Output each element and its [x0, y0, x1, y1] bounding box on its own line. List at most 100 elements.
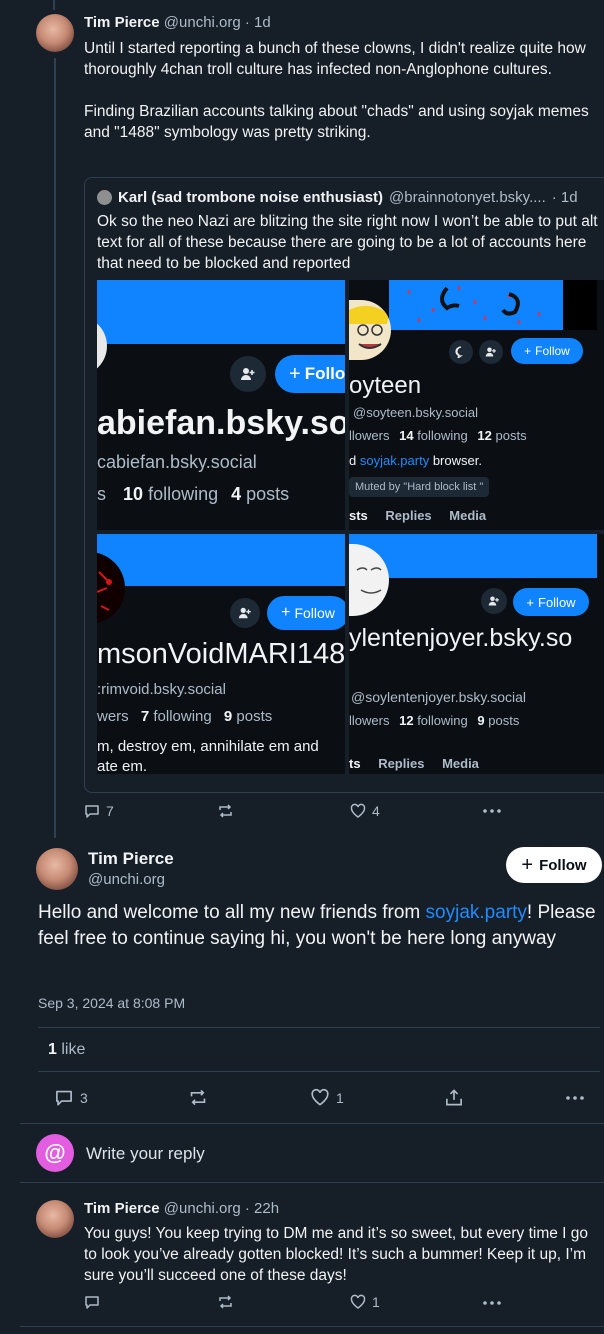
- more-icon: [483, 809, 501, 813]
- post-text-part: Hello and welcome to all my new friends …: [38, 902, 426, 923]
- quoted-post[interactable]: Karl (sad trombone noise enthusiast) @br…: [84, 177, 604, 793]
- posts-count: 9: [477, 713, 485, 728]
- tab-media: Media: [449, 508, 487, 523]
- reply-header: Tim Pierce @unchi.org · 22h: [84, 1200, 279, 1217]
- profile-stats: wers 7 following 9 posts: [97, 708, 272, 725]
- reply-count: 3: [80, 1089, 88, 1106]
- following-count: 12: [399, 713, 414, 728]
- more-options-button[interactable]: [483, 809, 501, 813]
- share-button[interactable]: [444, 1088, 464, 1107]
- reply-icon: [85, 1296, 99, 1309]
- followers-label: llowers: [349, 428, 390, 443]
- profile-handle-large: abiefan.bsky.so: [97, 404, 345, 442]
- quote-image-1[interactable]: + Follo abiefan.bsky.so cabiefan.bsky.soc…: [97, 280, 345, 530]
- author-name[interactable]: Tim Pierce: [84, 14, 160, 31]
- author-avatar[interactable]: [36, 1200, 74, 1238]
- plus-icon: +: [521, 854, 534, 876]
- reply-button[interactable]: [84, 1294, 100, 1310]
- follow-button: + Follow: [511, 338, 583, 364]
- reply-button[interactable]: 7: [84, 803, 114, 819]
- following-count: 7: [140, 708, 150, 725]
- quote-image-4[interactable]: + Follow ylentenjoyer.bsky.so @soylentenj…: [349, 534, 604, 774]
- tab-replies: Replies: [378, 756, 425, 771]
- author-avatar[interactable]: [36, 848, 78, 890]
- repost-button[interactable]: [217, 1294, 234, 1310]
- profile-bio-line-1: m, destroy em, annihilate em and: [97, 738, 319, 755]
- profile-tabs: ts Replies Media: [349, 756, 479, 771]
- profile-name: oyteen: [349, 372, 422, 399]
- bio-link: soyjak.party: [359, 453, 430, 468]
- like-count: 1: [336, 1089, 344, 1106]
- profile-avatar: [97, 552, 125, 624]
- follow-button: + Follow: [267, 596, 345, 630]
- follow-button[interactable]: + Follow: [506, 847, 602, 883]
- author-handle[interactable]: @unchi.org: [88, 871, 165, 888]
- at-sign-icon: @: [44, 1140, 66, 1165]
- like-summary[interactable]: 1 like: [48, 1041, 85, 1059]
- following-label: following: [153, 708, 212, 725]
- follow-button: + Follow: [513, 588, 589, 616]
- like-button[interactable]: 1: [350, 1294, 380, 1310]
- post-header: Tim Pierce @unchi.org · 1d: [84, 14, 271, 31]
- posts-label: posts: [236, 708, 273, 725]
- like-button[interactable]: 1: [310, 1088, 344, 1107]
- repost-button[interactable]: [217, 803, 240, 819]
- profile-bio: d soyjak.party browser.: [349, 453, 482, 468]
- reply-button[interactable]: 3: [54, 1088, 88, 1107]
- composer-placeholder[interactable]: Write your reply: [86, 1144, 205, 1164]
- quote-text: Ok so the neo Nazi are blitzing the site…: [97, 213, 598, 272]
- more-icon: [566, 1096, 584, 1100]
- soyjak-face-icon: [349, 305, 389, 349]
- profile-handle-large: ylentenjoyer.bsky.so: [349, 624, 573, 652]
- posts-count: 9: [223, 708, 233, 725]
- like-label: like: [61, 1041, 86, 1058]
- add-user-icon: [479, 340, 503, 364]
- add-user-icon: [230, 598, 260, 628]
- profile-handle: @soyteen.bsky.social: [353, 405, 478, 420]
- profile-banner: [97, 280, 345, 344]
- author-handle[interactable]: @unchi.org: [164, 1200, 241, 1217]
- quote-image-2[interactable]: + Follow oyteen @soyteen.bsky.social llow…: [349, 280, 604, 530]
- quote-author-name: Karl (sad trombone noise enthusiast): [118, 189, 384, 206]
- tab-posts: sts: [349, 508, 368, 523]
- post-time[interactable]: · 22h: [245, 1200, 279, 1217]
- author-name[interactable]: Tim Pierce: [84, 1200, 160, 1217]
- muted-badge: Muted by "Hard block list ": [349, 477, 490, 497]
- profile-stats: s 10 following 4 posts: [97, 484, 289, 505]
- profile-name: msonVoidMARI148: [97, 638, 345, 670]
- like-button[interactable]: 4: [350, 803, 380, 819]
- author-name[interactable]: Tim Pierce: [88, 849, 174, 869]
- add-user-icon: [481, 588, 507, 614]
- bio-suffix: browser.: [429, 453, 482, 468]
- post-time[interactable]: · 1d: [245, 14, 271, 31]
- like-count: 4: [372, 803, 380, 819]
- quote-author-avatar: [97, 190, 112, 205]
- author-avatar[interactable]: [36, 14, 74, 52]
- follow-label: Follow: [535, 344, 570, 358]
- profile-bio-line-2: ate em.: [97, 758, 148, 774]
- like-total: 1: [48, 1041, 57, 1058]
- reply-composer[interactable]: @ Write your reply: [20, 1124, 604, 1182]
- following-label: following: [148, 484, 219, 504]
- post-timestamp: Sep 3, 2024 at 8:08 PM: [38, 995, 186, 1011]
- quote-image-3[interactable]: + Follow msonVoidMARI148 :rimvoid.bsky.so…: [97, 534, 345, 774]
- posts-label: posts: [488, 713, 520, 728]
- more-options-button[interactable]: [483, 1301, 501, 1305]
- bio-prefix: d: [349, 453, 360, 468]
- reply-icon: [56, 1090, 72, 1106]
- repost-icon: [219, 804, 232, 818]
- reply-count: 7: [106, 803, 114, 819]
- more-options-button[interactable]: [566, 1096, 584, 1100]
- post-link[interactable]: soyjak.party: [426, 902, 527, 923]
- profile-handle: @soylentenjoyer.bsky.social: [351, 689, 527, 705]
- reply-text: You guys! You keep trying to DM me and i…: [84, 1225, 589, 1284]
- more-icon: [483, 1301, 501, 1305]
- tab-replies: Replies: [385, 508, 432, 523]
- share-icon: [446, 1089, 462, 1106]
- following-count: 14: [399, 428, 414, 443]
- author-handle[interactable]: @unchi.org: [164, 14, 241, 31]
- repost-button[interactable]: [188, 1088, 208, 1107]
- follow-label: Follow: [294, 605, 335, 621]
- posts-count: 4: [231, 484, 242, 504]
- add-user-icon: [230, 356, 266, 392]
